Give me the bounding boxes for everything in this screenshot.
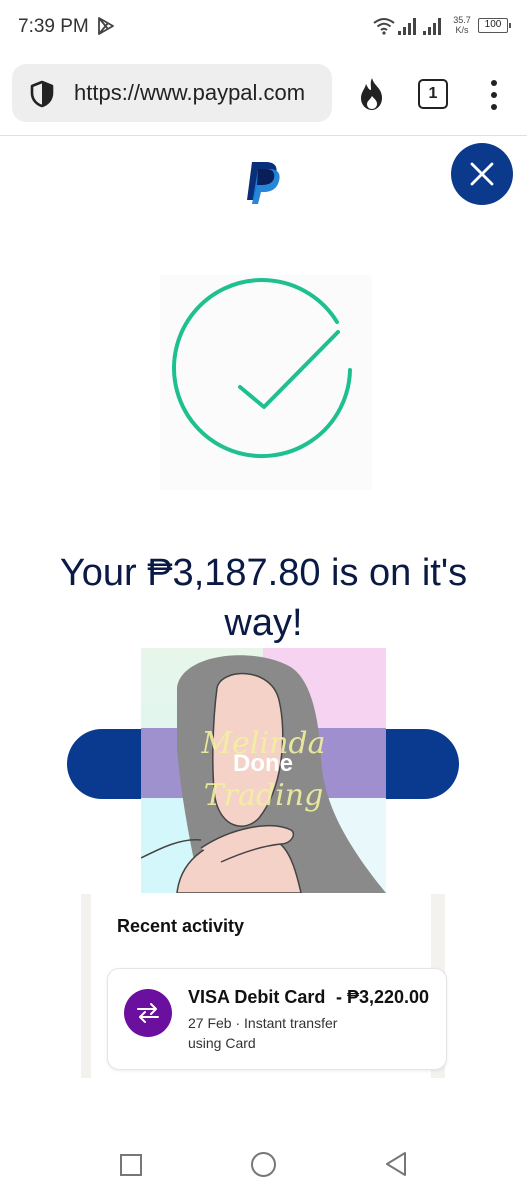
net-speed-value: 35.7 <box>453 15 471 25</box>
transaction-amount: - ₱3,220.00 <box>336 987 430 1007</box>
browser-toolbar: https://www.paypal.com 1 <box>0 52 527 136</box>
transaction-name: VISA Debit Card <box>188 987 326 1007</box>
fire-icon[interactable] <box>356 76 388 112</box>
signal-icon <box>398 18 416 35</box>
nav-back-icon[interactable] <box>383 1150 409 1178</box>
url-text[interactable]: https://www.paypal.com <box>74 80 326 106</box>
paypal-logo <box>247 162 280 204</box>
overlay-watermark-text: Melinda Trading <box>141 722 386 818</box>
recent-activity-card: Recent activity VISA Debit Card - ₱3,220… <box>81 894 447 1078</box>
shield-icon[interactable] <box>28 80 56 108</box>
system-nav-bar <box>0 1128 527 1200</box>
close-icon <box>470 162 494 186</box>
battery-indicator: 100 <box>478 18 511 33</box>
overlay-text-line-1: Melinda <box>201 726 326 761</box>
play-store-icon <box>98 17 114 35</box>
status-time: 7:39 PM <box>18 16 89 37</box>
wifi-icon <box>373 18 395 35</box>
net-speed-unit: K/s <box>455 25 469 35</box>
signal-icon-2 <box>423 18 441 35</box>
success-headline: Your ₱3,187.80 is on it's way! <box>59 552 468 644</box>
status-bar: 7:39 PM 35.7 K/s 100 <box>0 0 527 52</box>
tab-switcher-button[interactable]: 1 <box>418 79 448 109</box>
checkmark-icon <box>172 278 352 459</box>
url-bar[interactable]: https://www.paypal.com <box>12 64 332 122</box>
transaction-avatar <box>124 989 172 1037</box>
net-speed: 35.7 K/s <box>451 15 473 35</box>
overlay-text-line-2: Trading <box>203 778 324 813</box>
nav-recents-icon[interactable] <box>120 1154 142 1176</box>
recent-activity-title: Recent activity <box>117 916 245 936</box>
transaction-meta: 27 Feb · Instant transfer using Card <box>188 1015 338 1051</box>
transfer-icon <box>137 1003 159 1023</box>
nav-home-icon[interactable] <box>251 1152 276 1177</box>
transaction-row[interactable]: VISA Debit Card - ₱3,220.00 27 Feb · Ins… <box>107 968 447 1070</box>
close-button[interactable] <box>451 143 513 205</box>
success-illustration <box>160 275 372 490</box>
menu-dots-icon[interactable] <box>486 78 502 112</box>
